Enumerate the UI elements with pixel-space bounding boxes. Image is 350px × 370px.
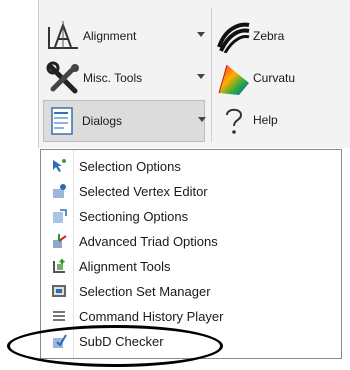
dialogs-icon bbox=[44, 104, 82, 138]
triad-options-icon bbox=[51, 233, 67, 249]
menu-item-sectioning-options[interactable]: Sectioning Options bbox=[41, 204, 341, 228]
misc-tools-label: Misc. Tools bbox=[83, 71, 143, 85]
alignment-label: Alignment bbox=[83, 29, 137, 43]
ribbon-divider bbox=[211, 8, 212, 142]
chevron-down-icon[interactable] bbox=[198, 117, 206, 122]
menu-item-advanced-triad-options[interactable]: Advanced Triad Options bbox=[41, 229, 341, 253]
menu-item-label: SubD Checker bbox=[79, 333, 164, 349]
menu-item-label: Selection Set Manager bbox=[79, 283, 211, 299]
help-icon bbox=[215, 103, 253, 137]
sectioning-options-icon bbox=[51, 208, 67, 224]
chevron-down-icon[interactable] bbox=[197, 32, 205, 37]
alignment-icon bbox=[45, 19, 83, 53]
alignment-tools-icon bbox=[51, 258, 67, 274]
vertex-editor-icon bbox=[51, 183, 67, 199]
menu-item-label: Sectioning Options bbox=[79, 208, 189, 224]
dialogs-label: Dialogs bbox=[82, 114, 123, 128]
menu-item-subd-checker[interactable]: SubD Checker bbox=[41, 329, 341, 353]
wrench-icon bbox=[45, 61, 83, 95]
help-label: Help bbox=[253, 113, 278, 127]
curvature-button[interactable]: Curvatu bbox=[215, 58, 350, 98]
curvature-label: Curvatu bbox=[253, 71, 296, 85]
alignment-button[interactable]: Alignment bbox=[45, 16, 205, 56]
menu-item-selection-options[interactable]: Selection Options bbox=[41, 154, 341, 178]
menu-item-selection-set-manager[interactable]: Selection Set Manager bbox=[41, 279, 341, 303]
menu-item-command-history-player[interactable]: Command History Player bbox=[41, 304, 341, 328]
ribbon-panel: Alignment Misc. Tools Dialogs Zebra Curv… bbox=[38, 0, 350, 148]
selection-options-icon bbox=[51, 158, 67, 174]
menu-item-alignment-tools[interactable]: Alignment Tools bbox=[41, 254, 341, 278]
menu-item-label: Selection Options bbox=[79, 158, 181, 174]
zebra-button[interactable]: Zebra bbox=[215, 16, 350, 56]
command-history-icon bbox=[51, 308, 67, 324]
menu-item-label: Selected Vertex Editor bbox=[79, 183, 208, 199]
menu-item-selected-vertex-editor[interactable]: Selected Vertex Editor bbox=[41, 179, 341, 203]
dialogs-button[interactable]: Dialogs bbox=[43, 100, 206, 142]
misc-tools-button[interactable]: Misc. Tools bbox=[45, 58, 205, 98]
menu-item-label: Command History Player bbox=[79, 308, 224, 324]
dialogs-dropdown-menu: Selection Options Selected Vertex Editor… bbox=[40, 149, 342, 359]
zebra-icon bbox=[215, 19, 253, 54]
chevron-down-icon[interactable] bbox=[197, 74, 205, 79]
subd-checker-icon bbox=[51, 333, 67, 349]
zebra-label: Zebra bbox=[253, 29, 285, 43]
menu-item-label: Alignment Tools bbox=[79, 258, 171, 274]
curvature-icon bbox=[215, 61, 253, 95]
help-button[interactable]: Help bbox=[215, 100, 350, 140]
selection-set-manager-icon bbox=[51, 283, 67, 299]
menu-item-label: Advanced Triad Options bbox=[79, 233, 218, 249]
